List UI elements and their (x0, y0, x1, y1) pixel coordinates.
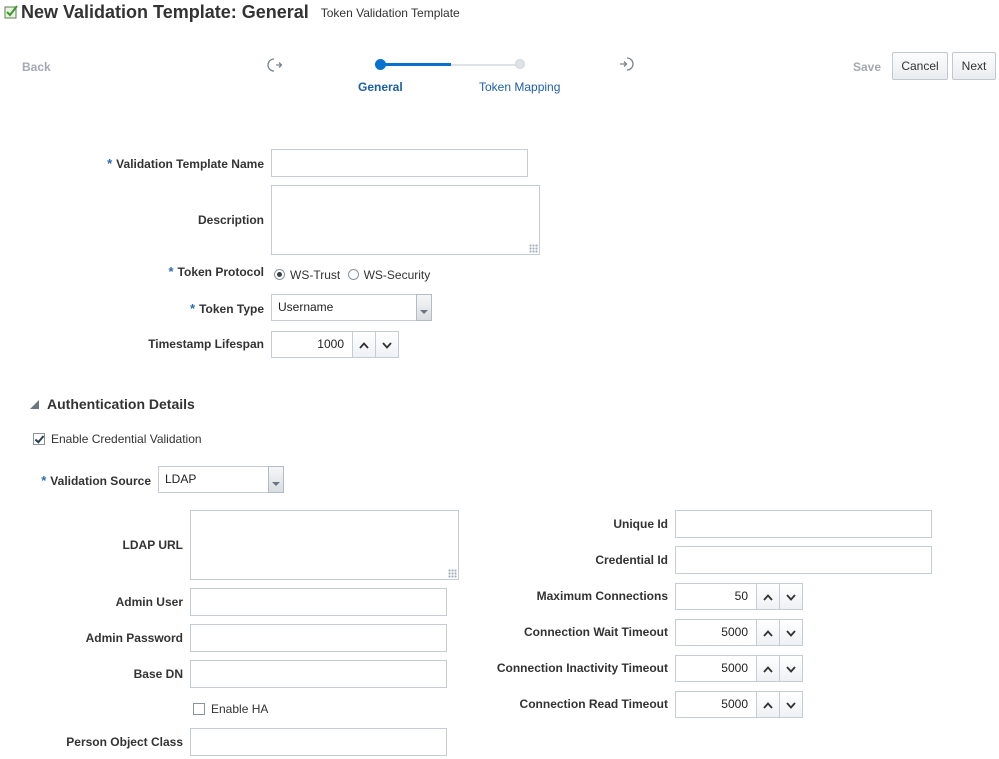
chevron-down-icon (786, 626, 796, 640)
person-object-class-input[interactable] (190, 728, 447, 756)
token-protocol-group: WS-Trust WS-Security (274, 268, 430, 282)
collapse-triangle-icon[interactable] (30, 399, 39, 409)
max-connections-decrement[interactable] (779, 583, 803, 610)
auth-section-header[interactable]: Authentication Details (30, 396, 195, 412)
description-textarea[interactable] (271, 185, 540, 255)
timestamp-lifespan-label: Timestamp Lifespan (148, 337, 264, 351)
base-dn-label: Base DN (133, 667, 183, 681)
read-timeout-increment[interactable] (756, 691, 780, 718)
token-type-select[interactable]: Username (271, 294, 432, 321)
ldap-url-label: LDAP URL (122, 538, 183, 552)
validation-source-value: LDAP (165, 472, 197, 486)
admin-user-label: Admin User (115, 595, 183, 609)
train-connector-pending (451, 64, 521, 66)
template-check-icon (4, 5, 18, 19)
chevron-down-icon (786, 590, 796, 604)
description-label: Description (197, 213, 264, 227)
chevron-down-icon (786, 698, 796, 712)
credential-id-input[interactable] (675, 546, 932, 574)
validation-source-label: * Validation Source (41, 473, 151, 488)
max-connections-increment[interactable] (756, 583, 780, 610)
enable-credential-checkbox[interactable] (33, 433, 45, 445)
required-marker: * (168, 264, 174, 279)
train-label-general[interactable]: General (358, 80, 403, 94)
timestamp-lifespan-input[interactable]: 1000 (271, 331, 353, 358)
read-timeout-label: Connection Read Timeout (519, 697, 668, 711)
chevron-down-icon[interactable] (268, 466, 284, 493)
wait-timeout-label: Connection Wait Timeout (524, 625, 668, 639)
template-name-label: * Validation Template Name (107, 156, 264, 171)
train-connector-done (381, 63, 451, 66)
radio-ws-security[interactable] (347, 269, 359, 280)
cancel-button[interactable]: Cancel (892, 52, 948, 80)
enable-credential-validation[interactable]: Enable Credential Validation (33, 432, 202, 446)
admin-password-input[interactable] (190, 624, 447, 652)
base-dn-input[interactable] (190, 660, 447, 688)
admin-password-label: Admin Password (85, 631, 183, 645)
inactivity-timeout-label: Connection Inactivity Timeout (496, 661, 668, 675)
back-button[interactable]: Back (22, 60, 51, 74)
ldap-url-field-wrap (190, 510, 459, 580)
chevron-up-icon (763, 590, 773, 604)
max-connections-input[interactable]: 50 (675, 583, 757, 610)
next-button[interactable]: Next (952, 52, 996, 80)
auth-section-title: Authentication Details (47, 396, 195, 412)
credential-id-label: Credential Id (595, 553, 668, 567)
ldap-url-textarea[interactable] (190, 510, 459, 580)
wait-timeout-input[interactable]: 5000 (675, 619, 757, 646)
description-field-wrap (271, 185, 540, 255)
train-stop-general[interactable] (375, 59, 386, 70)
radio-ws-trust[interactable] (274, 269, 285, 280)
inactivity-timeout-decrement[interactable] (779, 655, 803, 682)
read-timeout-input[interactable]: 5000 (675, 691, 757, 718)
read-timeout-decrement[interactable] (779, 691, 803, 718)
max-connections-label: Maximum Connections (536, 589, 668, 603)
timestamp-increment-button[interactable] (352, 331, 376, 358)
required-marker: * (190, 301, 196, 316)
unique-id-label: Unique Id (613, 517, 668, 531)
enable-ha-checkbox[interactable] (193, 703, 205, 715)
resize-grip-icon[interactable] (529, 244, 538, 253)
timestamp-decrement-button[interactable] (375, 331, 399, 358)
chevron-up-icon (763, 626, 773, 640)
chevron-down-icon (382, 338, 392, 352)
required-marker: * (41, 473, 47, 488)
token-protocol-label: * Token Protocol (168, 264, 264, 279)
token-type-value: Username (278, 300, 334, 314)
page-title: New Validation Template: General (21, 1, 309, 22)
admin-user-input[interactable] (190, 588, 447, 616)
previous-step-icon[interactable] (266, 57, 284, 76)
chevron-up-icon (763, 698, 773, 712)
train-label-token-mapping[interactable]: Token Mapping (479, 80, 560, 94)
train-stop-token-mapping[interactable] (515, 59, 525, 69)
protocol-ws-security[interactable]: WS-Security (347, 268, 430, 282)
page-subtitle: Token Validation Template (320, 6, 460, 20)
token-type-label: * Token Type (190, 301, 264, 316)
template-name-input[interactable] (271, 149, 528, 177)
required-marker: * (107, 156, 113, 171)
resize-grip-icon[interactable] (448, 569, 457, 578)
chevron-down-icon[interactable] (416, 294, 432, 321)
chevron-down-icon (786, 662, 796, 676)
validation-source-select[interactable]: LDAP (158, 466, 284, 493)
page-header: New Validation Template: General Token V… (4, 1, 460, 23)
wait-timeout-increment[interactable] (756, 619, 780, 646)
unique-id-input[interactable] (675, 510, 932, 538)
chevron-up-icon (763, 662, 773, 676)
save-button[interactable]: Save (853, 60, 881, 74)
next-step-icon[interactable] (617, 56, 635, 75)
inactivity-timeout-increment[interactable] (756, 655, 780, 682)
protocol-ws-trust[interactable]: WS-Trust (274, 268, 340, 282)
wait-timeout-decrement[interactable] (779, 619, 803, 646)
enable-ha[interactable]: Enable HA (193, 702, 268, 716)
inactivity-timeout-input[interactable]: 5000 (675, 655, 757, 682)
chevron-up-icon (359, 338, 369, 352)
person-object-class-label: Person Object Class (66, 735, 183, 749)
